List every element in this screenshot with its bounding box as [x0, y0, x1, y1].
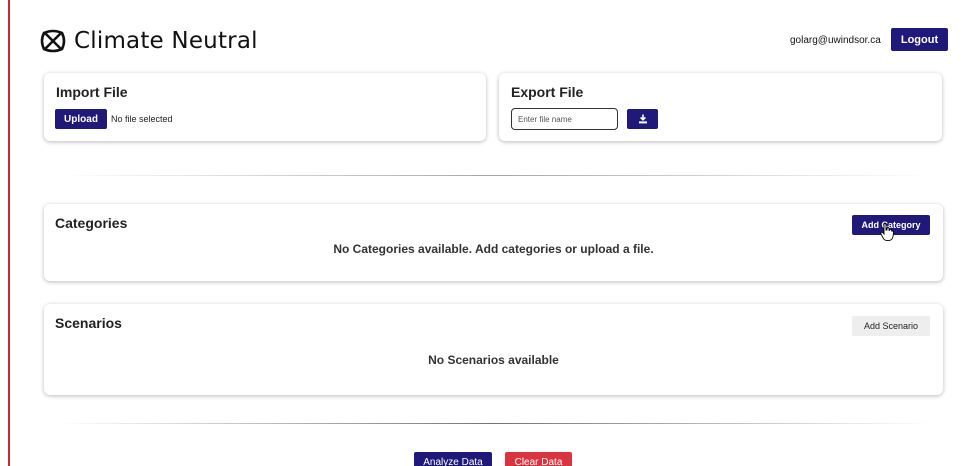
section-divider [60, 175, 930, 176]
scenarios-card: Scenarios Add Scenario No Scenarios avai… [44, 304, 943, 395]
export-filename-input[interactable] [511, 108, 618, 130]
user-email: golarg@uwindsor.ca [790, 35, 881, 46]
scenarios-empty-message: No Scenarios available [428, 353, 559, 367]
app-header: Climate Neutral golarg@uwindsor.ca Logou… [38, 22, 950, 62]
export-file-card: Export File [499, 73, 942, 141]
export-file-title: Export File [511, 84, 584, 100]
hand-cursor-icon [880, 223, 894, 241]
categories-title: Categories [55, 215, 128, 231]
add-scenario-button[interactable]: Add Scenario [852, 316, 930, 336]
download-icon [638, 114, 647, 124]
analyze-data-button[interactable]: Analyze Data [414, 452, 492, 466]
logout-button[interactable]: Logout [891, 28, 948, 51]
left-accent-bar [8, 0, 10, 466]
scenarios-title: Scenarios [55, 315, 122, 331]
categories-empty-message: No Categories available. Add categories … [333, 242, 654, 256]
section-divider [60, 423, 930, 424]
clear-data-button[interactable]: Clear Data [505, 452, 572, 466]
climate-neutral-knot-icon [40, 29, 66, 53]
import-file-title: Import File [56, 84, 128, 100]
upload-button[interactable]: Upload [55, 109, 107, 129]
categories-card: Categories Add Category No Categories av… [44, 204, 943, 281]
file-status: No file selected [111, 114, 173, 124]
app-logo: Climate Neutral [38, 26, 258, 56]
download-button[interactable] [627, 109, 658, 129]
app-title: Climate Neutral [74, 28, 258, 54]
import-file-card: Import File Upload No file selected [44, 73, 486, 141]
